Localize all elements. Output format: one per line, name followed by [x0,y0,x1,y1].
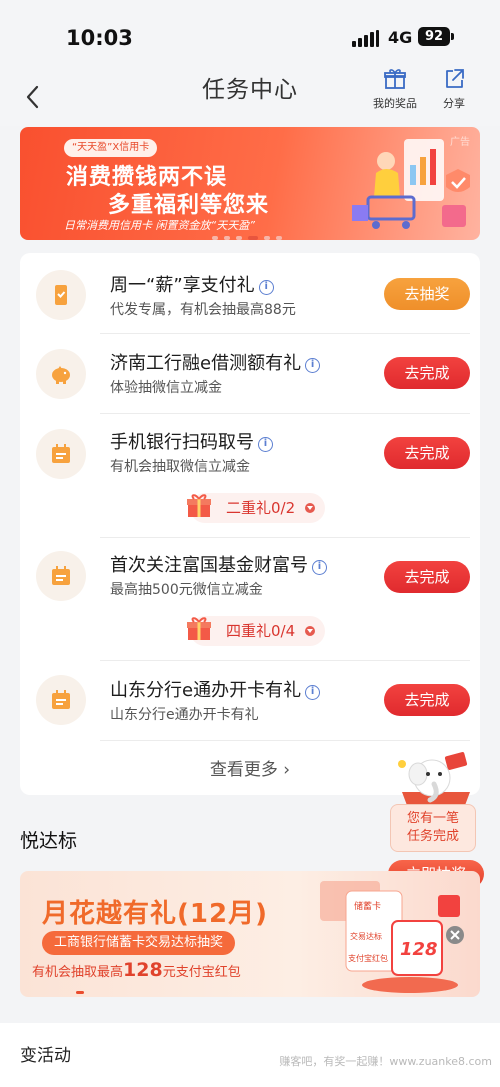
calendar-icon [36,551,86,601]
task-title: 山东分行e通办开卡有礼 i [110,676,321,702]
shopping-illustration [352,139,470,229]
task-title: 济南工行融e借测额有礼 i [110,349,321,375]
task-desc: 体验抽微信立减金 [110,380,222,396]
status-time: 10:03 [66,26,133,50]
task-complete-notice: 您有一笔 任务完成 [390,804,476,852]
share-button[interactable]: 分享 [424,67,484,111]
draw-button[interactable]: 去抽奖 [384,278,470,310]
status-bar: 10:03 4G 92 [0,0,500,72]
elephant-mascot-icon [398,752,470,808]
svg-text:交易达标: 交易达标 [350,931,382,941]
divider [100,333,470,334]
promo-title: 月花越有礼(12月) [42,899,268,929]
divider [100,413,470,414]
my-prizes-button[interactable]: 我的奖品 [365,67,425,111]
svg-text:储蓄卡: 储蓄卡 [354,900,381,912]
task-desc: 有机会抽取微信立减金 [110,459,250,475]
red-packet-illustration: 储蓄卡 交易达标 支付宝红包 128 [320,881,464,993]
promo-pagination [76,991,84,994]
watermark: 赚客吧，有奖一起赚！www.zuanke8.com [279,1055,492,1068]
section-heading: 变活动 [20,1046,71,1066]
share-icon [446,69,464,88]
notice-line-2: 任务完成 [406,829,459,844]
banner-tag: “天天盈”X信用卡 [64,139,158,157]
divider [100,660,470,661]
dropdown-icon [305,626,315,636]
notice-line-1: 您有一笔 [406,811,459,826]
complete-button[interactable]: 去完成 [384,357,470,389]
task-title: 手机银行扫码取号 i [110,428,273,454]
complete-button[interactable]: 去完成 [384,561,470,593]
task-list: 周一“薪”享支付礼 i 代发专属，有机会抽最高88元 去抽奖 济南工行融e借测额有… [20,253,480,795]
gift-icon [384,69,406,89]
share-label: 分享 [443,97,465,110]
battery-tip [451,33,454,40]
reward-progress: 二重礼0/2 [226,499,296,517]
piggy-bank-icon [36,349,86,399]
promo-banner[interactable]: “天天盈”X信用卡 广告 消费攒钱两不误 多重福利等您来 日常消费用信用卡 闲置… [20,127,480,240]
info-icon[interactable]: i [305,358,321,373]
promo-subtitle: 有机会抽取最高128元支付宝红包 [32,959,241,981]
battery-icon: 92 [418,27,450,46]
svg-text:支付宝红包: 支付宝红包 [348,953,388,963]
info-icon[interactable]: i [258,280,274,295]
complete-button[interactable]: 去完成 [384,437,470,469]
task-title: 首次关注富国基金财富号 i [110,551,327,577]
reward-progress: 四重礼0/4 [226,622,296,640]
gift-box-icon [187,617,211,640]
divider [100,537,470,538]
banner-subtitle: 日常消费用信用卡 闲置资金放“天天盈” [64,219,255,232]
task-desc: 山东分行e通办开卡有礼 [110,707,259,723]
gift-box-icon [187,494,211,517]
divider [100,740,470,741]
info-icon[interactable]: i [312,560,327,575]
my-prizes-label: 我的奖品 [373,97,417,110]
calendar-icon [36,675,86,725]
svg-text:128: 128 [400,939,438,960]
task-desc: 代发专属，有机会抽最高88元 [110,302,296,318]
promo-card[interactable]: 月花越有礼(12月) 工商银行储蓄卡交易达标抽奖 有机会抽取最高128元支付宝红… [20,871,480,997]
dropdown-icon [305,503,315,513]
multi-reward-badge[interactable]: 四重礼0/4 [187,616,325,646]
view-more-label: 查看更多 [209,760,278,780]
info-icon[interactable]: i [305,685,321,700]
promo-pill: 工商银行储蓄卡交易达标抽奖 [42,931,236,955]
network-type: 4G [388,28,413,47]
nav-bar: 任务中心 我的奖品 分享 [0,69,500,126]
task-desc: 最高抽500元微信立减金 [110,582,263,598]
chevron-right-icon: › [283,760,291,780]
phone-check-icon [36,270,86,320]
banner-pagination [212,236,292,242]
banner-headline-2: 多重福利等您来 [108,193,270,218]
task-title: 周一“薪”享支付礼 i [110,271,274,297]
complete-button[interactable]: 去完成 [384,684,470,716]
calendar-icon [36,429,86,479]
section-title: 悦达标 [20,830,78,852]
signal-icon [352,30,380,47]
info-icon[interactable]: i [258,437,273,452]
multi-reward-badge[interactable]: 二重礼0/2 [187,493,325,523]
next-section: 变活动 赚客吧，有奖一起赚！www.zuanke8.com [0,1023,500,1087]
